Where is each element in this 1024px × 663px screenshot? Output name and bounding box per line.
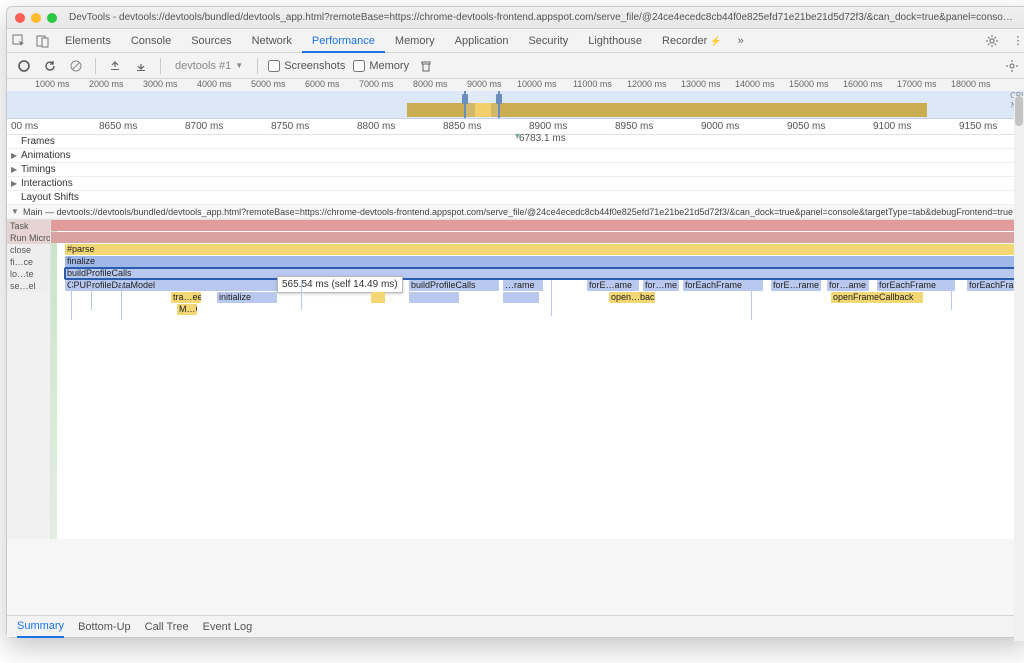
overview-tick: 12000 ms (627, 79, 667, 89)
flame-canvas[interactable]: #parse finalize buildProfileCalls CPUPro… (51, 220, 1024, 539)
tab-security[interactable]: Security (518, 29, 578, 53)
overview-tick: 3000 ms (143, 79, 178, 89)
memory-checkbox[interactable]: Memory (353, 60, 409, 72)
tab-memory[interactable]: Memory (385, 29, 445, 53)
bar-finalize[interactable]: finalize (65, 256, 1024, 267)
details-tab-bottomup[interactable]: Bottom-Up (78, 621, 131, 633)
record-button[interactable] (15, 57, 33, 75)
track-layout-shifts[interactable]: Layout Shifts (7, 191, 1024, 205)
flame-gutter (51, 220, 57, 539)
save-profile-icon[interactable] (132, 57, 150, 75)
overview-tick: 16000 ms (843, 79, 883, 89)
details-tab-summary[interactable]: Summary (17, 616, 64, 638)
frames-timestamp: 6783.1 ms (519, 133, 566, 144)
ruler-tick: 8800 ms (357, 121, 395, 132)
window-zoom-button[interactable] (47, 13, 57, 23)
window-titlebar: DevTools - devtools://devtools/bundled/d… (7, 7, 1024, 29)
ruler-tick: 9100 ms (873, 121, 911, 132)
ruler-tick: 00 ms (11, 121, 38, 132)
tab-network[interactable]: Network (242, 29, 302, 53)
details-tab-eventlog[interactable]: Event Log (203, 621, 253, 633)
ruler-tick: 9050 ms (787, 121, 825, 132)
overview-tick: 17000 ms (897, 79, 937, 89)
details-tab-calltree[interactable]: Call Tree (145, 621, 189, 633)
track-animations[interactable]: ▶Animations (7, 149, 1024, 163)
overview-tick: 6000 ms (305, 79, 340, 89)
tab-console[interactable]: Console (121, 29, 181, 53)
track-timings[interactable]: ▶Timings (7, 163, 1024, 177)
ruler-tick: 8900 ms (529, 121, 567, 132)
flame-row-labels: Task Run Microtasks close fi…ce lo…te se… (7, 220, 51, 539)
ruler-tick: 9000 ms (701, 121, 739, 132)
vertical-scrollbar[interactable] (1014, 96, 1024, 641)
tab-lighthouse[interactable]: Lighthouse (578, 29, 652, 53)
track-interactions[interactable]: ▶Interactions (7, 177, 1024, 191)
overview-tick: 11000 ms (573, 79, 612, 89)
overview-tick: 14000 ms (735, 79, 775, 89)
overview-tick: 9000 ms (467, 79, 502, 89)
inspect-element-icon[interactable] (7, 29, 31, 53)
bar-buildprofilecalls-selected[interactable]: buildProfileCalls (65, 268, 1024, 279)
clear-button[interactable] (67, 57, 85, 75)
overview-tick: 13000 ms (681, 79, 721, 89)
overview-tick: 5000 ms (251, 79, 286, 89)
track-headers: Frames 6783.1 ms ▾ ▶Animations ▶Timings … (7, 135, 1024, 219)
ruler-tick: 9150 ms (959, 121, 997, 132)
overview-tick: 18000 ms (951, 79, 991, 89)
device-toolbar-icon[interactable] (31, 29, 55, 53)
track-frames[interactable]: Frames 6783.1 ms ▾ (7, 135, 1024, 149)
window-title: DevTools - devtools://devtools/bundled/d… (63, 12, 1021, 23)
load-profile-icon[interactable] (106, 57, 124, 75)
ruler-tick: 8950 ms (615, 121, 653, 132)
ruler-tick: 8700 ms (185, 121, 223, 132)
settings-gear-icon[interactable] (985, 34, 1007, 48)
bar-parse[interactable]: #parse (65, 244, 1024, 255)
panel-tabbar: Elements Console Sources Network Perform… (7, 29, 1024, 53)
flame-chart[interactable]: Task Run Microtasks close fi…ce lo…te se… (7, 219, 1024, 539)
overview-tick: 4000 ms (197, 79, 232, 89)
performance-toolbar: devtools #1▼ Screenshots Memory (7, 53, 1024, 79)
bar-run-microtasks[interactable] (51, 232, 1024, 243)
track-main[interactable]: ▼Main — devtools://devtools/bundled/devt… (7, 205, 1024, 219)
tab-application[interactable]: Application (445, 29, 519, 53)
overview-tick: 15000 ms (789, 79, 829, 89)
capture-settings-gear-icon[interactable] (1003, 57, 1021, 75)
profile-select[interactable]: devtools #1▼ (171, 60, 247, 72)
kebab-menu-icon[interactable]: ⋮ (1007, 34, 1024, 47)
reload-record-button[interactable] (41, 57, 59, 75)
scrollbar-thumb[interactable] (1015, 96, 1023, 126)
overview-tick: 2000 ms (89, 79, 124, 89)
overview-tick: 7000 ms (359, 79, 394, 89)
tab-performance[interactable]: Performance (302, 29, 385, 53)
overview-selection[interactable] (464, 91, 500, 118)
overview-tick: 8000 ms (413, 79, 448, 89)
window-minimize-button[interactable] (31, 13, 41, 23)
selection-handle-left[interactable] (462, 94, 468, 104)
ruler-tick: 8650 ms (99, 121, 137, 132)
screenshots-checkbox[interactable]: Screenshots (268, 60, 345, 72)
tab-recorder[interactable]: Recorder ⚡ (652, 29, 732, 53)
overview-tick: 10000 ms (517, 79, 557, 89)
more-tabs-chevron-icon[interactable]: » (732, 35, 750, 47)
garbage-collect-icon[interactable] (417, 57, 435, 75)
bar-task[interactable] (51, 220, 1024, 231)
tab-sources[interactable]: Sources (181, 29, 241, 53)
ruler-tick: 8750 ms (271, 121, 309, 132)
ruler-tick: 8850 ms (443, 121, 481, 132)
window-close-button[interactable] (15, 13, 25, 23)
selection-handle-right[interactable] (496, 94, 502, 104)
overview-ruler[interactable]: 1000 ms 2000 ms 3000 ms 4000 ms 5000 ms … (7, 79, 1024, 91)
details-tabbar: Summary Bottom-Up Call Tree Event Log (7, 615, 1024, 637)
overview-tick: 1000 ms (35, 79, 70, 89)
tab-elements[interactable]: Elements (55, 29, 121, 53)
overview-strip[interactable]: CPUNET (7, 91, 1024, 119)
